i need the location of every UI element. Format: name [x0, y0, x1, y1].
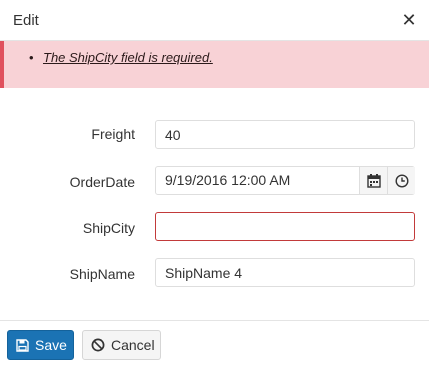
order-date-input[interactable]: 9/19/2016 12:00 AM: [156, 167, 359, 194]
bullet-icon: •: [29, 50, 34, 65]
cancel-button[interactable]: Cancel: [82, 330, 161, 360]
clock-icon-glyph: [394, 173, 409, 188]
freight-label: Freight: [91, 126, 135, 142]
cancel-label: Cancel: [111, 337, 155, 353]
clock-icon[interactable]: [387, 167, 415, 194]
calendar-icon[interactable]: [359, 167, 387, 194]
ship-city-input[interactable]: [156, 213, 414, 240]
cancel-icon: [91, 338, 105, 352]
close-icon[interactable]: ✕: [399, 10, 419, 30]
dialog-footer: Save Cancel: [0, 320, 429, 365]
freight-input[interactable]: [156, 121, 414, 148]
save-icon: [16, 338, 29, 352]
ship-name-label: ShipName: [69, 266, 135, 282]
order-date-label: OrderDate: [69, 174, 135, 190]
ship-city-field: [155, 212, 415, 241]
ship-city-label: ShipCity: [82, 220, 135, 236]
dialog-title: Edit: [13, 12, 39, 29]
freight-field: [155, 120, 415, 149]
validation-message-text: The ShipCity field is required.: [43, 50, 213, 65]
save-label: Save: [35, 337, 67, 353]
validation-summary: • The ShipCity field is required.: [0, 41, 429, 88]
dialog-titlebar: Edit ✕: [0, 0, 429, 41]
ship-name-input[interactable]: [156, 259, 414, 286]
save-button[interactable]: Save: [7, 330, 74, 360]
order-date-field: 9/19/2016 12:00 AM: [155, 166, 415, 195]
ship-name-field: [155, 258, 415, 287]
calendar-icon-glyph: [366, 173, 381, 188]
